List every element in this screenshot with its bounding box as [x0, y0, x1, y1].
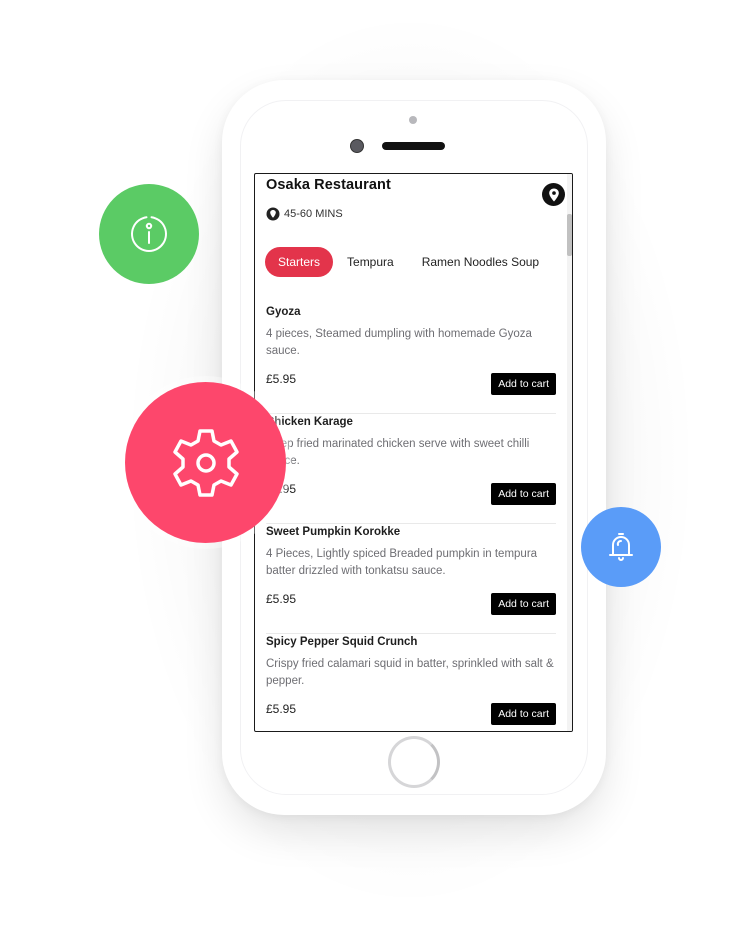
info-icon	[131, 216, 167, 253]
menu-item: Gyoza 4 pieces, Steamed dumpling with ho…	[266, 304, 556, 414]
menu-item: Sweet Pumpkin Korokke 4 Pieces, Lightly …	[266, 524, 556, 634]
add-to-cart-button[interactable]: Add to cart	[491, 483, 556, 505]
map-button[interactable]	[542, 183, 565, 206]
home-button[interactable]	[388, 736, 440, 788]
item-description: 4 pieces, Steamed dumpling with homemade…	[266, 328, 532, 357]
item-description: Crispy fried calamari squid in batter, s…	[266, 658, 554, 687]
location-pin-icon	[266, 207, 280, 221]
gear-icon	[172, 428, 239, 497]
tab-starters[interactable]: Starters	[265, 247, 334, 277]
scrollbar-thumb[interactable]	[567, 214, 572, 256]
add-to-cart-button[interactable]: Add to cart	[491, 703, 556, 725]
item-price: £5.95	[266, 372, 297, 386]
bell-icon	[609, 533, 633, 561]
item-name: Gyoza	[266, 306, 301, 318]
menu-item: Spicy Pepper Squid Crunch Crispy fried c…	[266, 634, 556, 731]
item-description: Deep fried marinated chicken serve with …	[266, 438, 530, 467]
map-pin-icon	[548, 188, 559, 201]
proximity-sensor	[409, 116, 417, 124]
scrollbar-track[interactable]	[567, 174, 572, 731]
restaurant-name: Osaka Restaurant	[266, 177, 391, 193]
add-to-cart-button[interactable]: Add to cart	[491, 373, 556, 395]
info-button[interactable]	[99, 184, 199, 284]
tab-tempura[interactable]: Tempura	[333, 247, 408, 277]
category-tabs: Starters Tempura Ramen Noodles Soup	[265, 247, 553, 277]
notifications-button[interactable]	[581, 507, 661, 587]
earpiece-speaker	[382, 142, 445, 150]
menu-item: Chicken Karage Deep fried marinated chic…	[266, 414, 556, 524]
delivery-time: 45-60 MINS	[266, 207, 343, 221]
item-name: Spicy Pepper Squid Crunch	[266, 636, 418, 648]
settings-button[interactable]	[125, 382, 286, 543]
item-name: Chicken Karage	[266, 416, 353, 428]
tab-ramen-noodles-soup[interactable]: Ramen Noodles Soup	[408, 247, 553, 277]
item-price: £5.95	[266, 702, 297, 716]
delivery-time-text: 45-60 MINS	[284, 208, 343, 220]
front-camera	[350, 139, 364, 153]
app-screen: Osaka Restaurant 45-60 MINS Starters Tem…	[254, 173, 573, 732]
item-price: £5.95	[266, 592, 297, 606]
item-name: Sweet Pumpkin Korokke	[266, 526, 401, 538]
item-description: 4 Pieces, Lightly spiced Breaded pumpkin…	[266, 548, 538, 577]
add-to-cart-button[interactable]: Add to cart	[491, 593, 556, 615]
menu-list: Gyoza 4 pieces, Steamed dumpling with ho…	[266, 304, 556, 731]
